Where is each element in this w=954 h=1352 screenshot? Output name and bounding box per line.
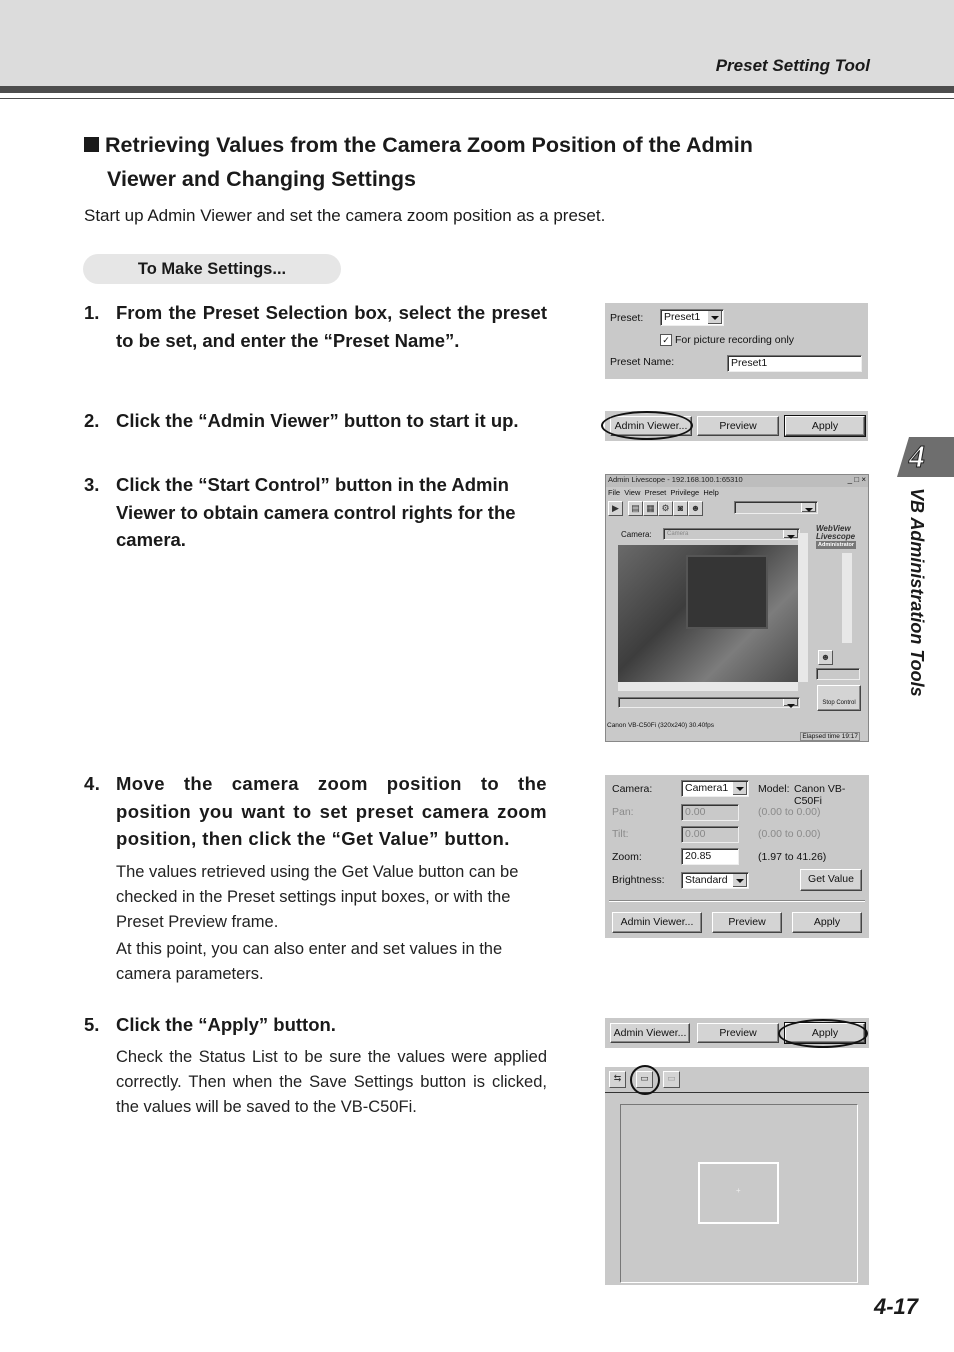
camera-select[interactable]: Camera (663, 528, 800, 540)
model-label: Model: (758, 783, 790, 795)
panel-icon[interactable]: ▤ (628, 501, 643, 516)
step-4-body-1: The values retrieved using the Get Value… (116, 863, 519, 931)
elapsed-time: Elapsed time 19:17 (800, 732, 860, 741)
section-title: Retrieving Values from the Camera Zoom P… (84, 128, 824, 196)
admin-viewer-button[interactable]: Admin Viewer... (612, 912, 702, 933)
step-1: 1. From the Preset Selection box, select… (84, 302, 547, 351)
tilt-range: (0.00 to 0.00) (758, 828, 821, 840)
zoom-input[interactable]: 20.85 (681, 848, 739, 865)
camera-label: Camera: (612, 783, 653, 795)
window-controls[interactable]: _ □ × (848, 475, 866, 484)
pan-input[interactable]: 0.00 (681, 804, 739, 821)
header-rule-thick (0, 86, 954, 93)
camera-refresh-icon[interactable]: ⇆ (609, 1071, 626, 1088)
settings-icon[interactable]: ⚙ (658, 501, 673, 516)
tilt-input[interactable]: 0.00 (681, 826, 739, 843)
camera-icon[interactable]: ◙ (673, 501, 688, 516)
checkbox-label: For picture recording only (675, 334, 795, 346)
livescope-logo: WebView Livescope Administrator (816, 524, 857, 549)
center-crosshair-icon: + (736, 1186, 741, 1195)
apply-button[interactable]: Apply (792, 912, 862, 933)
stop-control-button[interactable]: Stop Control (817, 685, 861, 711)
pan-label: Pan: (612, 806, 634, 818)
step-4-body-2: At this point, you can also enter and se… (116, 940, 503, 983)
play-icon[interactable]: ▶ (608, 501, 623, 516)
toolbar-select[interactable] (734, 501, 818, 514)
camera-select[interactable]: Camera1 (681, 780, 749, 797)
menu-file[interactable]: File (608, 488, 620, 497)
admin-viewer-button[interactable]: Admin Viewer... (610, 1023, 690, 1043)
camera-parameters-panel: Camera: Camera1 Model: Canon VB-C50Fi Pa… (605, 775, 869, 938)
preset-label: Preset: (610, 312, 644, 324)
tilt-label: Tilt: (612, 828, 629, 840)
camera-label: Camera: (621, 530, 652, 539)
zoom-range: (1.97 to 41.26) (758, 851, 827, 863)
menu-bar: File View Preset Privilege Help (608, 488, 719, 497)
backlight-icon[interactable]: ☻ (818, 650, 833, 665)
chapter-label: VB Administration Tools (907, 488, 927, 697)
page-number: 4-17 (873, 1294, 918, 1319)
status-field (816, 668, 860, 680)
chapter-tab: 4 (897, 437, 954, 477)
menu-privilege[interactable]: Privilege (670, 488, 699, 497)
highlight-circle (778, 1019, 868, 1048)
pan-scrollbar[interactable] (618, 682, 798, 691)
highlight-circle (630, 1065, 660, 1095)
menu-preset[interactable]: Preset (645, 488, 667, 497)
chevron-down-icon[interactable] (732, 874, 747, 887)
divider (609, 900, 865, 902)
step-5: 5. Click the “Apply” button. (84, 1014, 336, 1035)
to-make-settings-pill: To Make Settings... (83, 254, 341, 284)
header-rule-thin (0, 98, 954, 99)
brightness-select[interactable]: Standard (681, 872, 749, 889)
running-header: Preset Setting Tool (715, 56, 870, 75)
preset-combo[interactable] (618, 697, 800, 708)
brightness-label: Brightness: (612, 874, 665, 886)
preset-select[interactable]: Preset1 (660, 309, 724, 326)
zoom-label: Zoom: (612, 851, 642, 863)
preview-button[interactable]: Preview (697, 1023, 779, 1043)
step-4: 4. Move the camera zoom position to the … (84, 773, 547, 849)
set-position-icon[interactable]: ▭ (663, 1071, 680, 1088)
title-bar: Admin Livescope - 192.168.100.1:65310 _ … (606, 475, 868, 487)
intro-text: Start up Admin Viewer and set the camera… (84, 206, 606, 225)
layout-icon[interactable]: ▦ (643, 501, 658, 516)
user-icon[interactable]: ☻ (688, 501, 703, 516)
tilt-scrollbar[interactable] (798, 533, 808, 682)
camera-video-image (618, 545, 798, 682)
zoom-scrollbar[interactable] (842, 553, 852, 643)
video-status-text: Canon VB-C50Fi (320x240) 30.40fps (607, 722, 714, 729)
menu-view[interactable]: View (624, 488, 640, 497)
preview-button[interactable]: Preview (712, 912, 782, 933)
step-3: 3. Click the “Start Control” button in t… (84, 474, 516, 550)
preview-frame[interactable]: + (620, 1104, 858, 1283)
step-2: 2. Click the “Admin Viewer” button to st… (84, 410, 519, 431)
model-value: Canon VB-C50Fi (794, 783, 846, 807)
preset-name-label: Preset Name: (610, 356, 675, 368)
preset-name-input[interactable]: Preset1 (727, 355, 862, 372)
highlight-circle (601, 411, 693, 440)
menu-help[interactable]: Help (703, 488, 718, 497)
pan-range: (0.00 to 0.00) (758, 806, 821, 818)
bullet-square-icon (84, 137, 99, 152)
picture-recording-checkbox[interactable]: ✓ (660, 334, 672, 346)
admin-livescope-window: Admin Livescope - 192.168.100.1:65310 _ … (605, 474, 869, 742)
chevron-down-icon[interactable] (732, 782, 747, 795)
chevron-down-icon[interactable] (707, 311, 722, 324)
zoom-area-rectangle[interactable]: + (698, 1162, 779, 1224)
preview-button[interactable]: Preview (697, 416, 779, 436)
apply-button[interactable]: Apply (784, 415, 866, 437)
preset-selection-panel: Preset: Preset1 ✓ For picture recording … (605, 303, 868, 379)
get-value-button[interactable]: Get Value (800, 869, 862, 891)
step-5-body: Check the Status List to be sure the val… (116, 1048, 547, 1116)
preset-preview-panel: ⇆ ▭ ▭ + (605, 1067, 869, 1285)
